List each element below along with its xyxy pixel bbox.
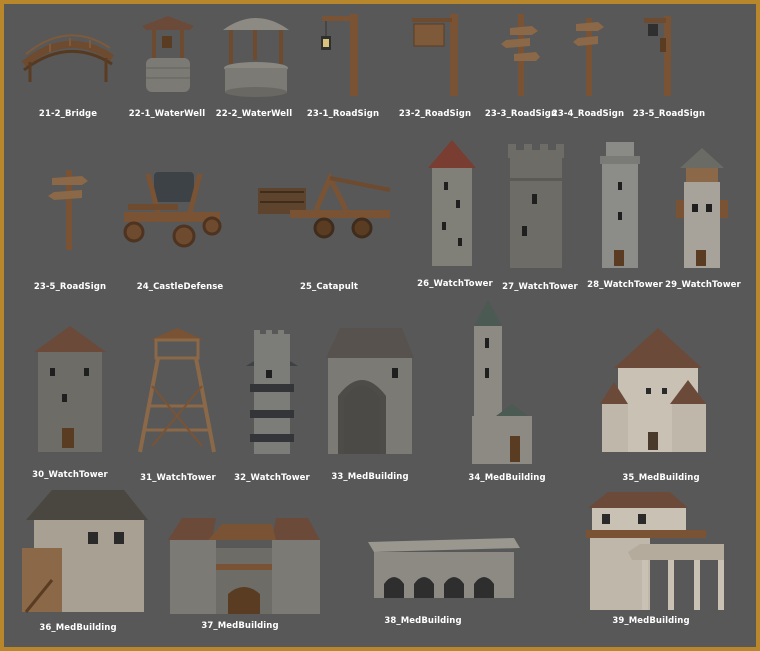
asset-label: 32_WatchTower [234, 473, 310, 483]
asset-label: 28_WatchTower [587, 280, 663, 290]
road-sign-image [48, 170, 88, 250]
watch-tower-image [428, 140, 476, 266]
asset-label: 33_MedBuilding [331, 472, 409, 482]
watch-tower-image [246, 330, 298, 454]
asset-label: 22-1_WaterWell [128, 109, 206, 119]
asset-label: 23-2_RoadSign [398, 109, 472, 119]
castle-defense-image [123, 172, 222, 248]
asset-label: 26_WatchTower [417, 279, 493, 289]
asset-label: 21-2_Bridge [38, 109, 98, 119]
asset-label: 35_MedBuilding [622, 473, 700, 483]
asset-label: 30_WatchTower [32, 470, 108, 480]
watch-tower-image [508, 144, 564, 268]
water-well-image [142, 16, 194, 92]
road-sign-image [321, 14, 358, 96]
asset-label: 25_Catapult [299, 282, 359, 292]
asset-label: 39_MedBuilding [612, 616, 690, 626]
asset-label: 23-5_RoadSign [33, 282, 107, 292]
medieval-building-image [168, 518, 320, 614]
road-sign-image [644, 16, 671, 96]
asset-label: 23-1_RoadSign [306, 109, 380, 119]
asset-label: 29_WatchTower [665, 280, 741, 290]
medieval-building-image [22, 490, 148, 613]
medieval-building-image [600, 328, 706, 452]
road-sign-image [501, 14, 540, 96]
road-sign-image [412, 14, 458, 96]
water-well-image [223, 18, 289, 97]
medieval-building-image [326, 328, 414, 454]
asset-label: 31_WatchTower [140, 473, 216, 483]
medieval-building-image [368, 538, 520, 598]
medieval-building-image [586, 492, 724, 610]
asset-label: 27_WatchTower [502, 282, 578, 292]
medieval-building-image [472, 300, 532, 464]
asset-label: 37_MedBuilding [201, 621, 279, 631]
asset-label: 36_MedBuilding [39, 623, 117, 633]
asset-label: 38_MedBuilding [384, 616, 462, 626]
watch-tower-image [600, 142, 640, 268]
watch-tower-image [34, 326, 106, 452]
asset-catalog: 21-2_Bridge 22-1_WaterWell 22-2_WaterWel… [4, 4, 756, 647]
asset-label: 23-3_RoadSign [484, 109, 558, 119]
road-sign-image [573, 18, 604, 96]
asset-label: 22-2_WaterWell [215, 109, 293, 119]
asset-label: 34_MedBuilding [468, 473, 546, 483]
watch-tower-image [676, 148, 728, 268]
asset-label: 23-5_RoadSign [632, 109, 706, 119]
asset-label: 24_CastleDefense [136, 282, 224, 292]
asset-label: 23-4_RoadSign [551, 109, 625, 119]
bridge-image [21, 34, 114, 82]
watch-tower-image [138, 328, 216, 453]
catapult-image [258, 172, 391, 239]
